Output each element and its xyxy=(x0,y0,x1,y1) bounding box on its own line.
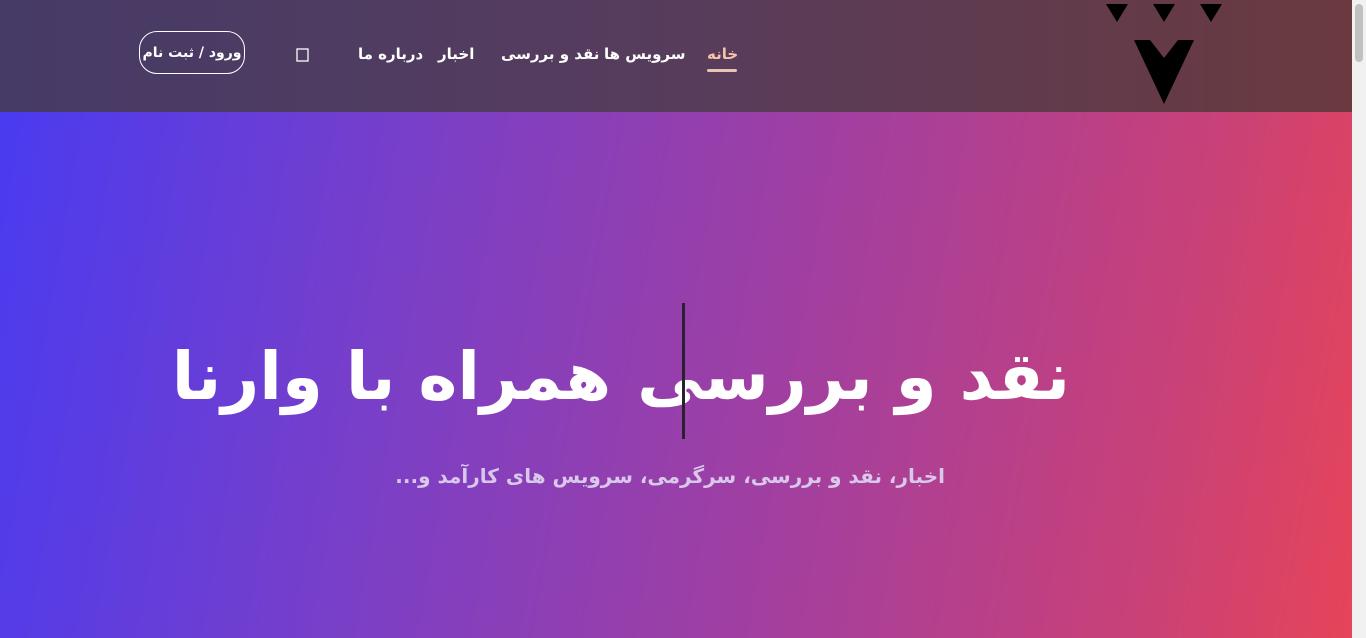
hero-title: نقد و بررسی همراه با وارنا xyxy=(172,330,1070,420)
varna-logo-icon[interactable] xyxy=(1106,4,1222,106)
hero-title-part-2: همراه با وارنا xyxy=(171,337,612,415)
page: خانه سرویس ها نقد و بررسی اخبار درباره م… xyxy=(0,0,1366,638)
nav-item-services[interactable]: سرویس ها xyxy=(604,44,686,64)
typing-cursor xyxy=(682,303,685,439)
nav-item-about[interactable]: درباره ما xyxy=(358,44,423,64)
nav-active-indicator xyxy=(707,69,737,72)
scrollbar-thumb[interactable] xyxy=(1355,4,1363,62)
search-icon[interactable] xyxy=(296,48,310,62)
nav-item-home[interactable]: خانه xyxy=(707,44,738,64)
nav-item-news[interactable]: اخبار xyxy=(438,44,474,64)
scrollbar-track[interactable] xyxy=(1352,0,1366,638)
nav-item-reviews[interactable]: نقد و بررسی xyxy=(501,44,599,64)
hero-title-part-1: نقد و بررسی xyxy=(637,337,1070,415)
login-register-button[interactable]: ورود / ثبت نام xyxy=(139,31,245,74)
hero-subtitle: اخبار، نقد و بررسی، سرگرمی، سرویس های کا… xyxy=(395,464,945,488)
